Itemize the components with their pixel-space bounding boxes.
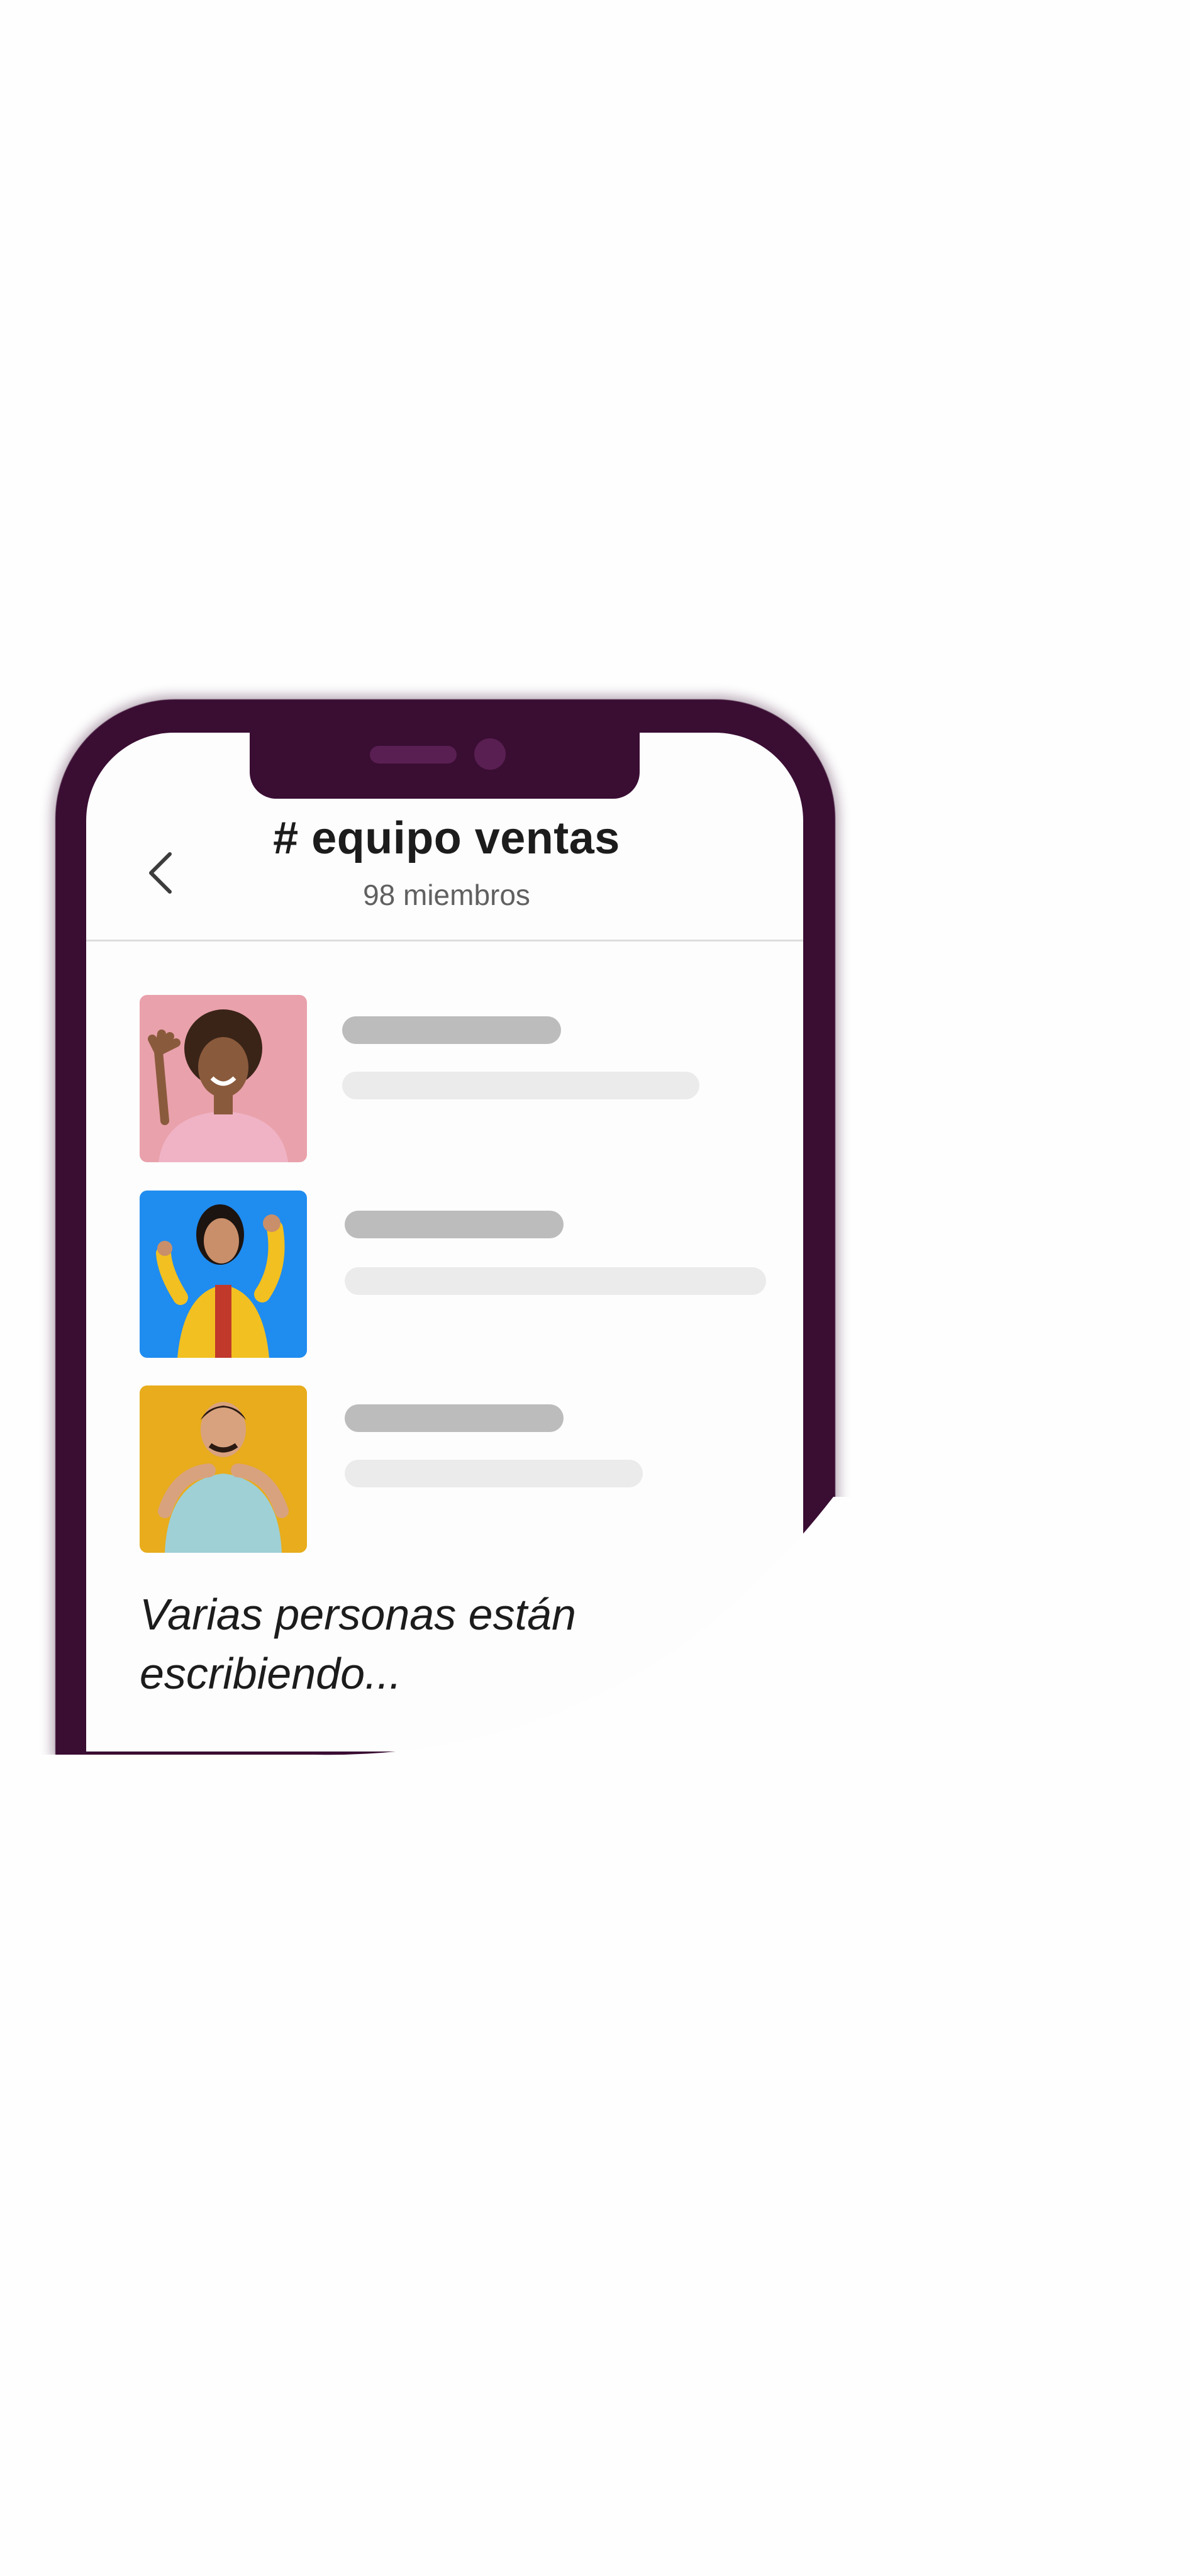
fade-mask <box>0 1497 1190 2576</box>
stage: # equipo ventas 98 miembros Varias perso… <box>0 0 1190 2576</box>
